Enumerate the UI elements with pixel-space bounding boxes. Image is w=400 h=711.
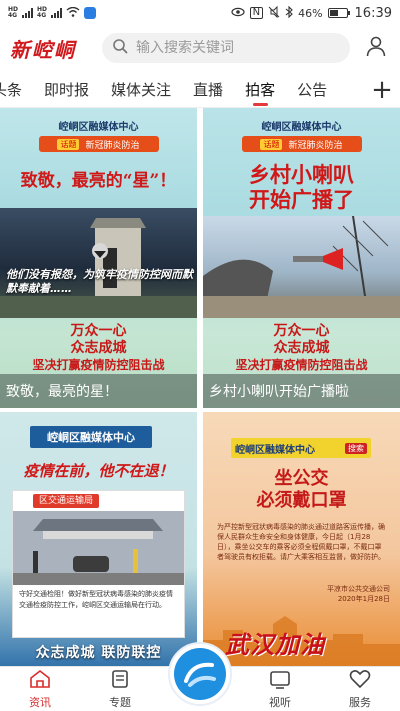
status-bar: HD 4G HD 4G N 46% 16:39 (0, 0, 400, 26)
signal-icon (22, 8, 34, 18)
tab-instant[interactable]: 即时报 (44, 73, 89, 106)
nav-topics[interactable]: 专题 (88, 669, 152, 710)
mute-icon (268, 5, 280, 21)
nav-topics-label: 专题 (109, 695, 131, 709)
search-icon (112, 38, 128, 58)
card-headline: 致敬，最亮的“星”！ (20, 171, 177, 191)
header-tag: 搜索 (345, 442, 367, 454)
search-bar[interactable] (102, 33, 350, 63)
slogan-line-3: 坚决打赢疫情防控阻击战 (32, 358, 165, 372)
topic-text: 新冠肺炎防治 (288, 140, 343, 151)
battery-percent: 46% (298, 6, 323, 20)
headline-line-1: 坐公交 (274, 468, 329, 489)
card-headline: 疫情在前，他不在退！ (23, 462, 174, 480)
content-grid: 崆峒区融媒体中心 话题 新冠肺炎防治 致敬，最亮的“星”！ 他们没有报怨，为筑牢… (0, 108, 400, 670)
card-header: 崆峒区融媒体中心 (30, 426, 152, 448)
card-caption: 乡村小喇叭开始广播啦 (203, 374, 400, 408)
photo-overlay-text: 他们没有报怨，为筑牢疫情防控网而默默奉献着…… (6, 268, 193, 295)
network-hd-icon: HD 4G (8, 6, 19, 19)
card-photo: 他们没有报怨，为筑牢疫情防控网而默默奉献着…… (0, 208, 197, 318)
tab-media[interactable]: 媒体关注 (111, 73, 171, 106)
app-notification-icon (84, 7, 97, 19)
card-slogan: 众志成城 联防联控 (35, 645, 162, 661)
user-button[interactable] (362, 34, 390, 62)
headline-line-2: 必须戴口罩 (256, 490, 347, 511)
tab-notice[interactable]: 公告 (297, 73, 327, 106)
user-icon (365, 35, 387, 61)
notice-body: 为严控新型冠状病毒感染的肺炎通过道路客运传播，确保人民群众生命安全和身体健康，今… (217, 523, 385, 561)
nav-center-button[interactable] (168, 642, 232, 706)
bluetooth-icon (285, 5, 293, 21)
app-logo: 新崆峒 (10, 37, 76, 62)
network-hd-icon-2: HD 4G (37, 6, 48, 19)
headline-line-1: 乡村小喇叭 (249, 162, 354, 187)
search-input[interactable] (136, 40, 340, 56)
card-photo (203, 216, 400, 318)
status-left: HD 4G HD 4G (8, 6, 97, 20)
notice-panel: 区交通运输局 守好交通检阻！做好新型冠状病毒感染的肺炎疫情交通检疫防控工作，崆峒… (12, 490, 185, 638)
nav-services-label: 服务 (349, 695, 371, 709)
checkpoint-photo (13, 511, 184, 585)
brush-slogan: 武汉加油 (225, 630, 325, 659)
heart-icon (349, 669, 371, 692)
notice-signature: 平凉市公共交通公司 2020年1月28日 (327, 584, 390, 604)
battery-icon (327, 8, 350, 18)
tab-list: 头条 即时报 媒体关注 直播 拍客 公告 (0, 73, 364, 106)
nfc-icon: N (249, 7, 264, 19)
card-headline: 坐公交 必须戴口罩 (203, 468, 400, 512)
nav-services[interactable]: 服务 (328, 669, 392, 710)
section-label: 区交通运输局 (33, 494, 100, 508)
signal-icon-2 (51, 8, 63, 18)
nav-media[interactable]: 视听 (248, 669, 312, 710)
notice-body: 守好交通检阻！做好新型冠状病毒感染的肺炎疫情交通检疫防控工作，崆峒区交通运输局在… (19, 590, 173, 609)
topic-pill: 话题 新冠肺炎防治 (241, 136, 362, 152)
card-zhijing[interactable]: 崆峒区融媒体中心 话题 新冠肺炎防治 致敬，最亮的“星”！ 他们没有报怨，为筑牢… (0, 108, 197, 408)
bottom-nav: 资讯 专题 视听 服务 (0, 642, 400, 711)
nav-media-label: 视听 (269, 695, 291, 709)
signature-date: 2020年1月28日 (337, 595, 390, 603)
card-caption: 致敬，最亮的星！ (0, 374, 197, 408)
document-icon (110, 669, 130, 692)
topic-tag: 话题 (260, 138, 283, 150)
topic-text: 新冠肺炎防治 (85, 140, 140, 151)
slogan-line-3: 坚决打赢疫情防控阻击战 (235, 358, 368, 372)
card-header-bar: 崆峒区融媒体中心 搜索 (231, 438, 371, 458)
wifi-icon (66, 6, 80, 20)
card-header: 崆峒区融媒体中心 (58, 122, 139, 133)
slogan-line-1: 万众一心 (273, 323, 330, 339)
status-right: N 46% 16:39 (230, 5, 392, 21)
signature-org: 平凉市公共交通公司 (327, 585, 390, 593)
center-logo-icon (174, 648, 226, 700)
category-tabs: 头条 即时报 媒体关注 直播 拍客 公告 + (0, 72, 400, 108)
card-header: 崆峒区融媒体中心 (261, 122, 342, 133)
nav-news[interactable]: 资讯 (8, 669, 72, 710)
card-slogan: 万众一心 众志成城 坚决打赢疫情防控阻击战 (203, 323, 400, 374)
slogan-line-2: 众志成城 (273, 340, 330, 356)
topic-pill: 话题 新冠肺炎防治 (38, 136, 159, 152)
card-slogan: 万众一心 众志成城 坚决打赢疫情防控阻击战 (0, 323, 197, 374)
add-tab-button[interactable]: + (364, 72, 400, 107)
clock: 16:39 (354, 5, 392, 21)
eye-icon (230, 7, 245, 20)
app-header: 新崆峒 (0, 26, 400, 70)
home-icon (29, 669, 51, 692)
tab-paike[interactable]: 拍客 (245, 73, 275, 106)
topic-tag: 话题 (57, 138, 80, 150)
slogan-line-2: 众志成城 (70, 340, 127, 356)
slogan-line-1: 万众一心 (70, 323, 127, 339)
card-header: 崆峒区融媒体中心 (235, 444, 315, 456)
card-jiaotong[interactable]: 崆峒区融媒体中心 疫情在前，他不在退！ 区交通运输局 守好交通检阻！做好新型冠状… (0, 412, 197, 670)
card-xiaolaba[interactable]: 崆峒区融媒体中心 话题 新冠肺炎防治 乡村小喇叭 开始广播了 万众一心 众志成城… (203, 108, 400, 408)
card-headline: 乡村小喇叭 开始广播了 (203, 162, 400, 212)
headline-line-2: 开始广播了 (249, 187, 354, 212)
tab-headlines[interactable]: 头条 (0, 73, 22, 106)
card-gongjiao[interactable]: 崆峒区融媒体中心 搜索 坐公交 必须戴口罩 为严控新型冠状病毒感染的肺炎通过道路… (203, 412, 400, 670)
tab-live[interactable]: 直播 (193, 73, 223, 106)
tv-icon (269, 669, 291, 692)
nav-news-label: 资讯 (29, 695, 51, 709)
